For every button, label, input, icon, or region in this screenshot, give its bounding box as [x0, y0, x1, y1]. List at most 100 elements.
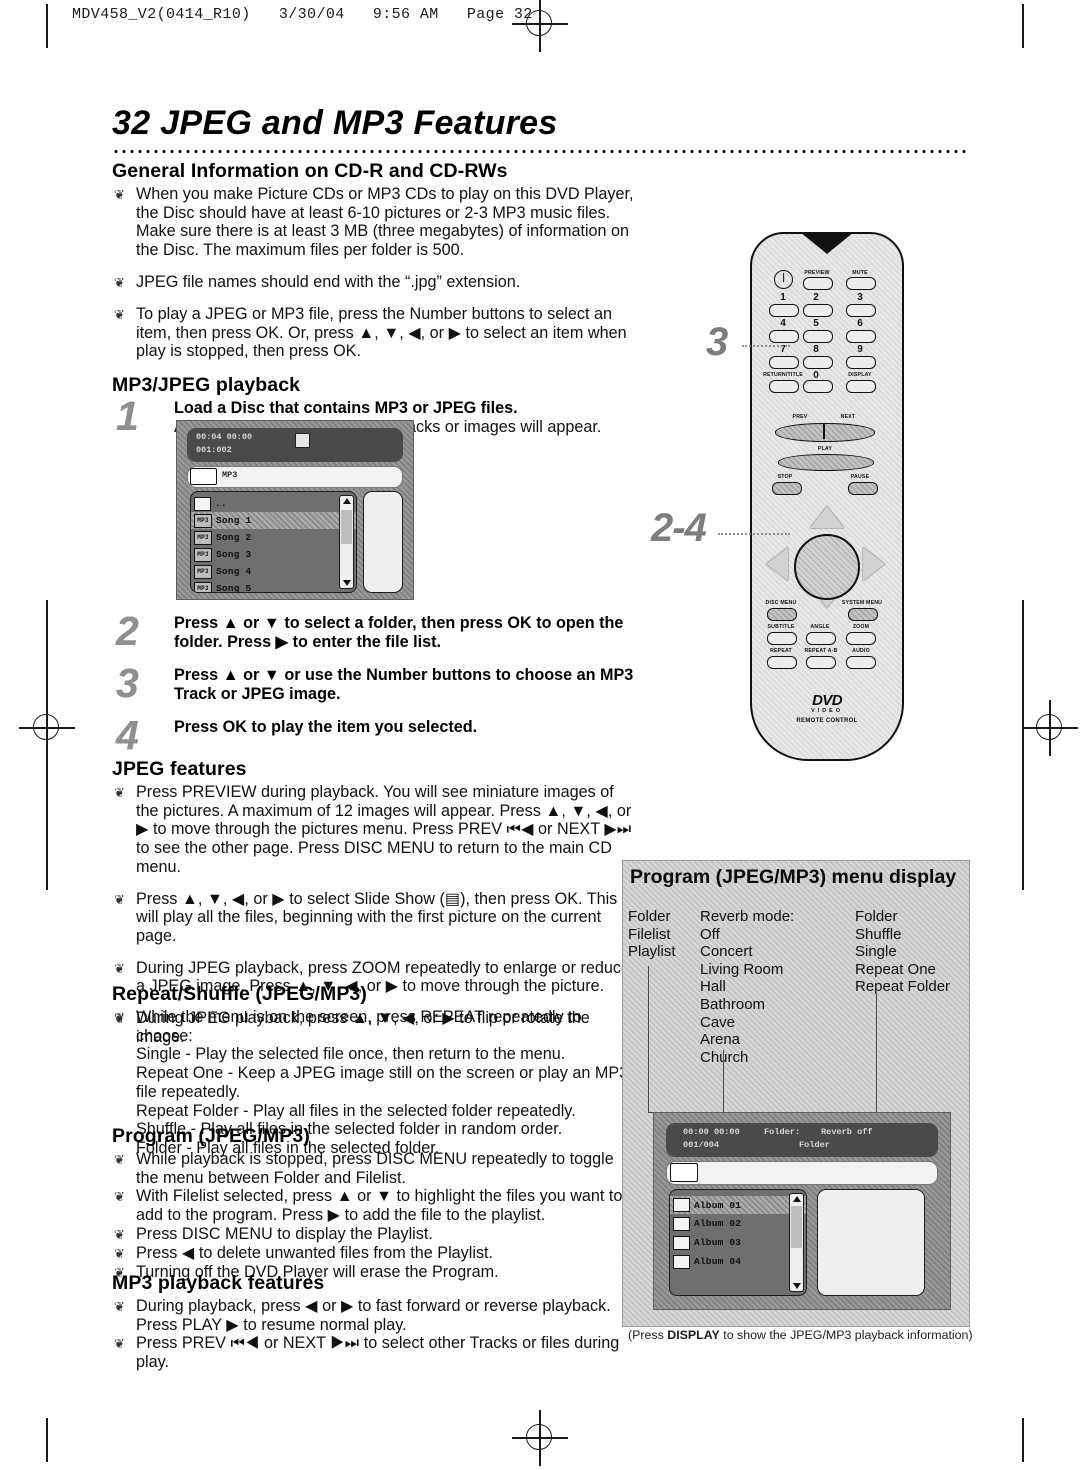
- bullet-text: To play a JPEG or MP3 file, press the Nu…: [136, 304, 627, 361]
- nav-up-button[interactable]: [810, 506, 844, 528]
- number-4-button[interactable]: [769, 330, 799, 343]
- menu-mode-shuffle[interactable]: Shuffle: [855, 926, 950, 944]
- menu-reverb-arena[interactable]: Arena: [700, 1031, 794, 1049]
- menu-mode-repeat-one[interactable]: Repeat One: [855, 961, 950, 979]
- title-dotted-rule: [112, 148, 968, 155]
- disc-menu-button[interactable]: [767, 608, 797, 621]
- osd-folder-list[interactable]: Album 01 Album 02 Album 03 Album 04: [669, 1189, 807, 1296]
- menu-item-filelist[interactable]: Filelist: [628, 926, 676, 944]
- menu-reverb-off[interactable]: Off: [700, 926, 794, 944]
- list-scrollbar[interactable]: [789, 1193, 804, 1292]
- number-3-button[interactable]: [846, 304, 876, 317]
- bullet-marker: ❦: [114, 1336, 125, 1352]
- callout-step-3: 3: [706, 320, 728, 364]
- subtitle-button[interactable]: [767, 632, 797, 645]
- menu-item-playlist[interactable]: Playlist: [628, 943, 676, 961]
- list-item[interactable]: MP3 Song 1: [191, 512, 356, 529]
- program-menu-display-title: Program (JPEG/MP3) menu display: [630, 866, 957, 888]
- bullet-marker: ❦: [114, 187, 125, 202]
- left-content-column: General Information on CD-R and CD-RWs ❦…: [112, 160, 640, 439]
- list-item[interactable]: Album 02: [670, 1214, 806, 1233]
- scroll-up-arrow-icon[interactable]: [792, 1196, 801, 1202]
- list-item[interactable]: MP3 Song 5: [191, 580, 356, 592]
- scroll-thumb[interactable]: [341, 510, 352, 544]
- list-item[interactable]: Album 03: [670, 1233, 806, 1252]
- bullet-text: Press ▲, ▼, ◀, or ▶ to select Slide Show…: [136, 889, 618, 945]
- display-caption: (Press DISPLAY to show the JPEG/MP3 play…: [628, 1328, 973, 1342]
- menu-mode-repeat-folder[interactable]: Repeat Folder: [855, 978, 950, 996]
- list-item[interactable]: Album 04: [670, 1252, 806, 1271]
- osd-time-secondary: 001:002: [196, 445, 232, 455]
- registration-mark-right: [1022, 700, 1078, 756]
- menu-reverb-concert[interactable]: Concert: [700, 943, 794, 961]
- number-0-button[interactable]: [803, 380, 833, 393]
- osd-time-primary: 00:00 00:00: [683, 1127, 740, 1137]
- number-7-button[interactable]: [769, 356, 799, 369]
- osd-title-bar: [666, 1161, 938, 1185]
- rocker-divider: [823, 424, 825, 439]
- stop-button[interactable]: [772, 482, 802, 495]
- nav-right-button[interactable]: [863, 547, 885, 581]
- jpeg-features-heading: JPEG features: [112, 758, 247, 780]
- ok-button[interactable]: [794, 534, 860, 600]
- folder-icon: [673, 1216, 690, 1231]
- osd-disc-thumb: [190, 468, 217, 485]
- registration-mark-bottom: [512, 1410, 568, 1466]
- system-menu-button[interactable]: [848, 608, 878, 621]
- power-button[interactable]: [774, 270, 793, 289]
- list-item-label: Album 02: [694, 1218, 742, 1229]
- repeat-button[interactable]: [767, 656, 797, 669]
- return-title-button[interactable]: [769, 380, 799, 393]
- pause-button[interactable]: [848, 482, 878, 495]
- list-item[interactable]: MP3 Song 2: [191, 529, 356, 546]
- menu-reverb-church[interactable]: Church: [700, 1049, 794, 1067]
- display-button[interactable]: [846, 380, 876, 393]
- scroll-up-arrow-icon[interactable]: [342, 498, 351, 504]
- scroll-down-arrow-icon[interactable]: [342, 580, 351, 586]
- number-6-button[interactable]: [846, 330, 876, 343]
- dvd-video-sublabel: VIDEO: [811, 708, 843, 714]
- program-bullet-2: ❦ With Filelist selected, press ▲ or ▼ t…: [112, 1187, 640, 1224]
- preview-button[interactable]: [803, 277, 833, 290]
- print-file-header: MDV458_V2(0414_R10) 3/30/04 9:56 AM Page…: [72, 6, 533, 23]
- osd-time-primary: 00:04 00:00: [196, 432, 253, 442]
- angle-button[interactable]: [806, 632, 836, 645]
- list-scrollbar[interactable]: [339, 495, 354, 589]
- menu-item-folder[interactable]: Folder: [628, 908, 676, 926]
- number-8-button[interactable]: [803, 356, 833, 369]
- number-5-button[interactable]: [803, 330, 833, 343]
- osd-file-list[interactable]: .. MP3 Song 1 MP3 Song 2 MP3 Song 3 MP3 …: [190, 491, 357, 593]
- mp3-file-icon: MP3: [194, 581, 212, 592]
- osd-mode-label: Folder: [799, 1140, 830, 1150]
- osd-screen-album-list: 00:00 00:00 001/004 Folder: Reverb off F…: [653, 1112, 951, 1310]
- scroll-down-arrow-icon[interactable]: [792, 1283, 801, 1289]
- menu-mode-single[interactable]: Single: [855, 943, 950, 961]
- scroll-thumb[interactable]: [791, 1206, 802, 1248]
- zoom-button[interactable]: [846, 632, 876, 645]
- menu-mode-folder[interactable]: Folder: [855, 908, 950, 926]
- prev-next-rocker-button[interactable]: [775, 423, 875, 442]
- play-button[interactable]: [778, 454, 874, 471]
- menu-reverb-bathroom[interactable]: Bathroom: [700, 996, 794, 1014]
- number-9-button[interactable]: [846, 356, 876, 369]
- mute-button[interactable]: [846, 277, 876, 290]
- play-button-label: PLAY: [817, 446, 833, 452]
- folder-icon: [673, 1235, 690, 1250]
- bullet-text: During playback, press ◀ or ▶ to fast fo…: [136, 1297, 611, 1334]
- audio-button[interactable]: [846, 656, 876, 669]
- menu-reverb-living-room[interactable]: Living Room: [700, 961, 794, 979]
- number-2-button[interactable]: [803, 304, 833, 317]
- list-item[interactable]: MP3 Song 3: [191, 546, 356, 563]
- list-item[interactable]: MP3 Song 4: [191, 563, 356, 580]
- menu-reverb-hall[interactable]: Hall: [700, 978, 794, 996]
- repeat-mode-single: Single - Play the selected file once, th…: [136, 1045, 566, 1064]
- repeat-ab-button[interactable]: [806, 656, 836, 669]
- step-number: 1: [116, 392, 139, 439]
- bullet-marker: ❦: [114, 1245, 125, 1261]
- list-item[interactable]: Album 01: [670, 1196, 806, 1214]
- nav-left-button[interactable]: [766, 547, 788, 581]
- disc-menu-button-label: DISC MENU: [765, 600, 797, 606]
- number-1-button[interactable]: [769, 304, 799, 317]
- menu-reverb-cave[interactable]: Cave: [700, 1014, 794, 1032]
- list-item-parent[interactable]: ..: [191, 495, 356, 512]
